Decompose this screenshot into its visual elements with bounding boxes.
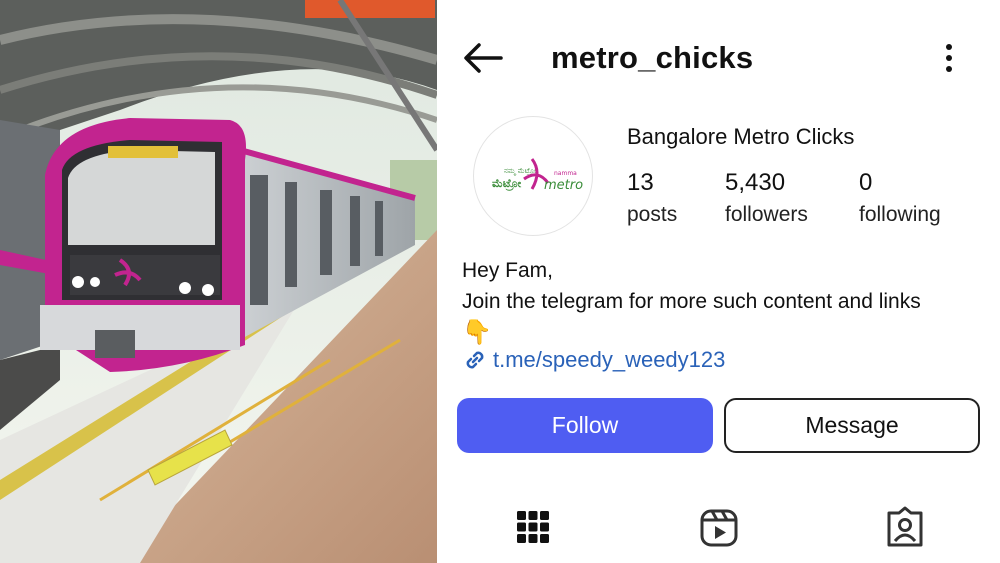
follow-button[interactable]: Follow	[457, 398, 713, 453]
posts-label: posts	[627, 203, 678, 226]
bio-link[interactable]: t.me/speedy_weedy123	[461, 346, 725, 374]
avatar[interactable]: ನಮ್ಮ ಮೆಟ್ರೋ ಮೆಟ್ರೋ namma metro	[473, 116, 593, 236]
followers-count: 5,430	[725, 169, 786, 196]
pointing-down-emoji: 👇	[462, 319, 492, 346]
link-icon	[466, 351, 484, 369]
grid-icon	[517, 511, 549, 543]
metro-train-image	[0, 0, 437, 563]
following-count: 0	[859, 169, 873, 196]
reels-icon	[700, 509, 738, 547]
logo-word: metro	[544, 178, 583, 193]
bio-link-text: t.me/speedy_weedy123	[493, 347, 726, 372]
tab-tagged[interactable]	[885, 505, 925, 549]
profile-username: metro_chicks	[551, 40, 754, 75]
svg-text:ಮೆಟ್ರೋ: ಮೆಟ್ರೋ	[492, 177, 522, 191]
stat-posts[interactable]: 13 posts	[627, 168, 677, 232]
bio-line-1: Hey Fam,	[462, 259, 554, 282]
back-button[interactable]	[461, 40, 505, 76]
profile-header: metro_chicks	[437, 30, 1000, 86]
tagged-icon	[887, 506, 923, 547]
profile-panel: metro_chicks ನಮ್ಮ ಮೆಟ್ರೋ ಮೆಟ್ರೋ namma me…	[437, 0, 1000, 563]
message-button[interactable]: Message	[724, 398, 980, 453]
followers-label: followers	[725, 203, 808, 226]
more-options-button[interactable]	[937, 42, 961, 76]
bio-line-2: Join the telegram for more such content …	[462, 290, 921, 313]
more-vertical-icon	[946, 44, 952, 72]
posts-count: 13	[627, 169, 654, 196]
profile-bio: Hey Fam, Join the telegram for more such…	[462, 255, 921, 349]
post-photo	[0, 0, 437, 563]
stat-followers[interactable]: 5,430 followers	[725, 168, 808, 232]
stat-following[interactable]: 0 following	[859, 168, 941, 232]
following-label: following	[859, 203, 941, 226]
profile-tabs	[437, 505, 1000, 555]
logo-small-word: namma	[554, 170, 577, 177]
arrow-left-icon	[464, 43, 503, 73]
tab-reels[interactable]	[699, 505, 739, 549]
namma-metro-logo: ನಮ್ಮ ಮೆಟ್ರೋ ಮೆಟ್ರೋ namma metro	[492, 158, 583, 193]
tab-posts-grid[interactable]	[513, 505, 553, 549]
display-name: Bangalore Metro Clicks	[627, 124, 855, 149]
